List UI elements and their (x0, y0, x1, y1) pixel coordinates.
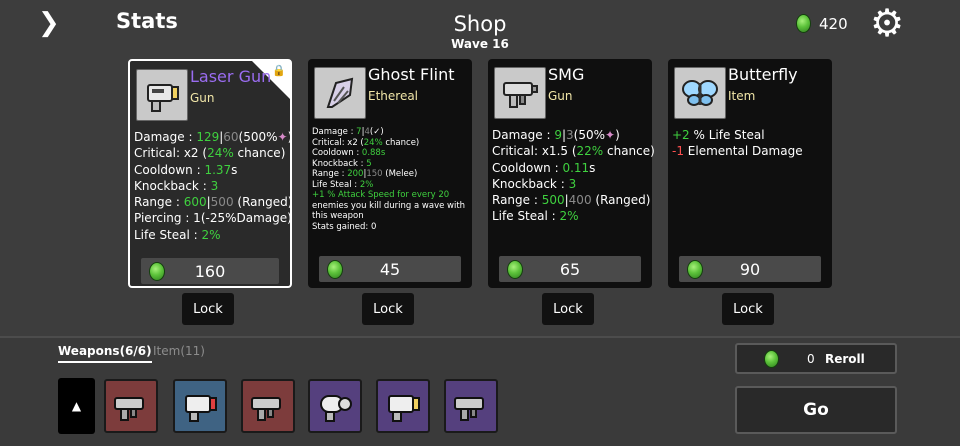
stat-damage: Damage : 129|60(500%✦) (134, 130, 293, 144)
buy-button[interactable]: 160 (141, 258, 279, 284)
stat-range: Range : 200|150 (Melee) (312, 169, 418, 179)
card-stats: Damage : 129|60(500%✦) Critical: x2 (24%… (134, 129, 293, 243)
butterfly-icon (674, 67, 726, 119)
lock-button[interactable]: Lock (362, 293, 414, 325)
laser-gun-icon (388, 395, 420, 422)
triangle-up-icon: ▲ (71, 399, 82, 413)
ranged-damage-icon: ✦ (277, 130, 288, 144)
stat-elemental-damage: -1 Elemental Damage (672, 144, 803, 159)
inventory-panel: Weapons(6/6) Item(11) ▲ 0 Reroll Go (0, 336, 960, 446)
price-value: 65 (559, 259, 581, 279)
stat-knockback: Knockback : 5 (312, 158, 372, 169)
melee-damage-icon: ✓ (373, 127, 381, 137)
material-gem-icon (149, 262, 165, 281)
lock-button[interactable]: Lock (182, 293, 234, 325)
material-gem-icon (764, 350, 779, 368)
stat-knockback: Knockback : 3 (492, 176, 577, 191)
smg-icon (251, 397, 281, 421)
weapon-slot[interactable] (444, 379, 498, 433)
smg-icon (114, 397, 144, 421)
stat-critical: Critical: x1.5 (22% chance) (492, 144, 655, 159)
reroll-cost: 0 (807, 352, 815, 366)
weapon-slot[interactable] (308, 379, 362, 433)
card-type: Ethereal (368, 89, 419, 103)
card-stats: Damage : 7|4(✓) Critical: x2 (24% chance… (312, 127, 468, 232)
material-gem-icon (327, 260, 343, 279)
material-gem-icon (796, 14, 811, 33)
buy-button[interactable]: 90 (679, 256, 821, 282)
tab-items[interactable]: Item(11) (153, 344, 205, 358)
wave-label: Wave 16 (451, 37, 509, 51)
currency-amount: 420 (819, 14, 848, 33)
top-bar: ❯ Stats Shop Wave 16 420 ⚙ (0, 0, 960, 56)
laser-gun-icon (136, 69, 188, 121)
stat-lifesteal: Life Steal : 2% (312, 179, 374, 190)
shop-card-ghost-flint[interactable]: Ghost Flint Ethereal Damage : 7|4(✓) Cri… (308, 59, 472, 288)
stat-knockback: Knockback : 3 (134, 178, 219, 193)
card-stats: Damage : 9|3(50%✦) Critical: x1.5 (22% c… (492, 127, 655, 225)
stat-effect: +1 % Attack Speed for every 20 enemies y… (312, 190, 466, 221)
laser-gun-icon (320, 395, 352, 422)
stat-piercing: Piercing : 1(-25%Damage) (134, 211, 292, 226)
laser-gun-icon (185, 395, 217, 422)
card-title: Laser Gun (190, 67, 272, 86)
reroll-button[interactable]: 0 Reroll (735, 343, 897, 374)
price-value: 45 (379, 259, 401, 279)
stat-cooldown: Cooldown : 1.37s (134, 162, 238, 177)
weapon-slot[interactable] (241, 379, 295, 433)
stat-cooldown: Cooldown : 0.11s (492, 160, 596, 175)
gear-icon[interactable]: ⚙ (870, 4, 904, 42)
card-type: Item (728, 89, 756, 103)
currency-display: 420 (796, 14, 848, 33)
weapon-slot[interactable] (104, 379, 158, 433)
stat-gained: Stats gained: 0 (312, 221, 377, 232)
lock-button[interactable]: Lock (722, 293, 774, 325)
card-title: Ghost Flint (368, 65, 455, 84)
stat-critical: Critical: x2 (24% chance) (312, 137, 420, 148)
card-type: Gun (548, 89, 573, 103)
card-title: SMG (548, 65, 585, 84)
price-value: 160 (194, 261, 226, 281)
lock-button[interactable]: Lock (542, 293, 594, 325)
card-title: Butterfly (728, 65, 798, 84)
stat-range: Range : 600|500 (Ranged) (134, 195, 293, 210)
expand-up-button[interactable]: ▲ (58, 378, 95, 434)
weapon-slot[interactable] (376, 379, 430, 433)
material-gem-icon (687, 260, 703, 279)
stat-damage: Damage : 9|3(50%✦) (492, 128, 620, 142)
stat-life-steal: +2 % Life Steal (672, 128, 765, 142)
shop-card-laser-gun[interactable]: 🔒 Laser Gun Gun Damage : 129|60(500%✦) C… (128, 59, 292, 288)
price-value: 90 (739, 259, 761, 279)
stat-lifesteal: Life Steal : 2% (134, 227, 221, 242)
material-gem-icon (507, 260, 523, 279)
stat-range: Range : 500|400 (Ranged) (492, 193, 651, 208)
go-button[interactable]: Go (735, 386, 897, 434)
lock-icon: 🔒 (272, 64, 286, 77)
buy-button[interactable]: 45 (319, 256, 461, 282)
reroll-label: Reroll (825, 352, 865, 366)
card-stats: +2 % Life Steal -1 Elemental Damage (672, 127, 828, 160)
buy-button[interactable]: 65 (499, 256, 641, 282)
tab-weapons[interactable]: Weapons(6/6) (58, 344, 152, 363)
card-type: Gun (190, 91, 215, 105)
shop-card-smg[interactable]: SMG Gun Damage : 9|3(50%✦) Critical: x1.… (488, 59, 655, 288)
smg-icon (494, 67, 546, 119)
shop-card-butterfly[interactable]: Butterfly Item +2 % Life Steal -1 Elemen… (668, 59, 832, 288)
weapon-slot[interactable] (173, 379, 227, 433)
stat-critical: Critical: x2 (24% chance) (134, 146, 286, 161)
stat-cooldown: Cooldown : 0.88s (312, 148, 386, 158)
smg-icon (454, 397, 484, 421)
stat-lifesteal: Life Steal : 2% (492, 209, 579, 224)
ranged-damage-icon: ✦ (605, 128, 616, 142)
ghost-flint-icon (314, 67, 366, 119)
stat-damage: Damage : 7|4(✓) (312, 127, 384, 137)
